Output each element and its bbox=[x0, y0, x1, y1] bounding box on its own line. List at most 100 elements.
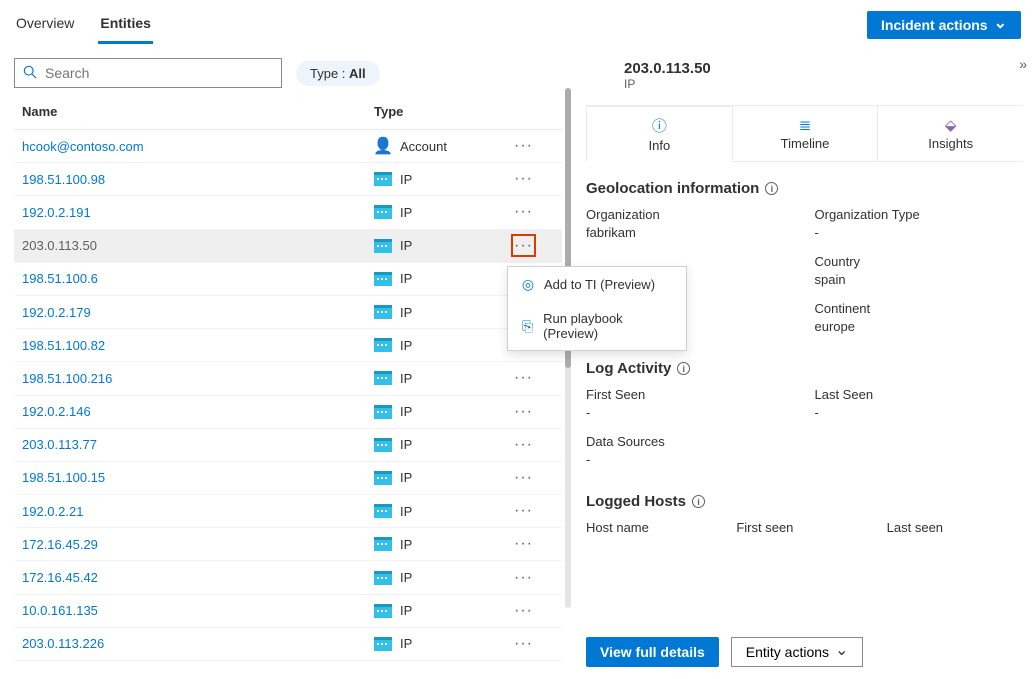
org-label: Organization bbox=[586, 207, 795, 222]
tab-timeline[interactable]: ≣ Timeline bbox=[733, 106, 879, 161]
type-cell: IP bbox=[374, 371, 514, 386]
entity-link[interactable]: 203.0.113.50 bbox=[22, 238, 97, 253]
type-label: IP bbox=[400, 603, 412, 618]
type-label: Account bbox=[400, 139, 447, 154]
entity-link[interactable]: 172.16.45.29 bbox=[22, 537, 98, 552]
log-grid: First Seen - Last Seen - Data Sources - bbox=[586, 387, 1023, 467]
table-row[interactable]: 198.51.100.6IP··· bbox=[14, 263, 562, 296]
ctx-add-to-ti[interactable]: ◎ Add to TI (Preview) bbox=[508, 267, 686, 302]
entity-link[interactable]: 192.0.2.191 bbox=[22, 205, 91, 220]
entity-link[interactable]: 192.0.2.21 bbox=[22, 504, 83, 519]
entity-link[interactable]: 198.51.100.82 bbox=[22, 338, 105, 353]
type-label: IP bbox=[400, 404, 412, 419]
expand-icon[interactable]: » bbox=[1019, 56, 1027, 72]
country-value: spain bbox=[815, 272, 1024, 287]
type-filter-label: Type : bbox=[310, 66, 345, 81]
row-actions-button[interactable]: ··· bbox=[514, 635, 533, 652]
insights-icon: ⬙ bbox=[945, 116, 957, 134]
ip-icon bbox=[374, 438, 392, 452]
search-input[interactable] bbox=[45, 65, 273, 81]
type-cell: IP bbox=[374, 470, 514, 485]
ip-icon bbox=[374, 571, 392, 585]
table-row[interactable]: 198.51.100.98 IP ··· bbox=[14, 163, 562, 196]
entity-link[interactable]: 192.0.2.179 bbox=[22, 305, 91, 320]
type-filter-pill[interactable]: Type : All bbox=[296, 61, 380, 86]
tab-info-label: Info bbox=[648, 138, 670, 153]
search-input-wrapper[interactable] bbox=[14, 58, 282, 88]
table-row[interactable]: 198.51.100.15 IP··· bbox=[14, 462, 562, 495]
entity-link[interactable]: 10.0.161.135 bbox=[22, 603, 98, 618]
entity-link[interactable]: hcook@contoso.com bbox=[22, 139, 144, 154]
header-name[interactable]: Name bbox=[22, 104, 374, 119]
tab-timeline-label: Timeline bbox=[781, 136, 830, 151]
header-type[interactable]: Type bbox=[374, 104, 514, 119]
view-full-details-button[interactable]: View full details bbox=[586, 637, 719, 667]
tab-insights[interactable]: ⬙ Insights bbox=[878, 106, 1023, 161]
entity-link[interactable]: 203.0.113.77 bbox=[22, 437, 97, 452]
entity-link[interactable]: 198.51.100.6 bbox=[22, 271, 98, 286]
target-icon: ◎ bbox=[520, 276, 536, 293]
info-tooltip-icon[interactable]: i bbox=[692, 495, 705, 508]
entity-link[interactable]: 192.0.2.146 bbox=[22, 404, 91, 419]
row-actions-button[interactable]: ··· bbox=[514, 535, 533, 552]
row-actions-button[interactable]: ··· bbox=[514, 403, 533, 420]
row-actions-button[interactable]: ··· bbox=[514, 369, 533, 386]
row-actions-button[interactable]: ··· bbox=[514, 469, 533, 486]
tab-info[interactable]: ⓘ Info bbox=[586, 106, 733, 162]
type-cell: IP bbox=[374, 205, 514, 220]
info-tooltip-icon[interactable]: i bbox=[765, 182, 778, 195]
row-actions-button[interactable]: ··· bbox=[514, 137, 533, 154]
type-label: IP bbox=[400, 338, 412, 353]
row-actions-button[interactable]: ··· bbox=[514, 203, 533, 220]
row-actions-button[interactable]: ··· bbox=[514, 602, 533, 619]
row-actions-button[interactable]: ··· bbox=[514, 436, 533, 453]
entity-actions-button[interactable]: Entity actions bbox=[731, 637, 864, 667]
ip-icon bbox=[374, 405, 392, 419]
ip-icon bbox=[374, 272, 392, 286]
table-row[interactable]: 192.0.2.21IP··· bbox=[14, 495, 562, 528]
type-filter-value: All bbox=[349, 66, 366, 81]
entity-link[interactable]: 198.51.100.216 bbox=[22, 371, 112, 386]
type-cell: IP bbox=[374, 238, 514, 253]
ip-icon bbox=[374, 305, 392, 319]
entity-link[interactable]: 172.16.45.42 bbox=[22, 570, 98, 585]
incident-actions-button[interactable]: Incident actions bbox=[867, 11, 1021, 39]
table-row[interactable]: 192.0.2.146 IP ··· bbox=[14, 396, 562, 429]
context-menu: ◎ Add to TI (Preview) ⎘ Run playbook (Pr… bbox=[507, 266, 687, 351]
table-row[interactable]: 203.0.113.50 IP··· bbox=[14, 230, 562, 263]
table-row[interactable]: 172.16.45.42IP··· bbox=[14, 561, 562, 594]
table-row[interactable]: 203.0.113.77IP··· bbox=[14, 429, 562, 462]
table-row[interactable]: hcook@contoso.com👤Account··· bbox=[14, 130, 562, 163]
detail-subtitle: IP bbox=[624, 77, 711, 91]
entity-link[interactable]: 198.51.100.15 bbox=[22, 470, 105, 485]
ctx-label: Run playbook (Preview) bbox=[543, 311, 674, 341]
ip-icon bbox=[374, 471, 392, 485]
table-row[interactable]: 198.51.100.82IP··· bbox=[14, 329, 562, 362]
table-row[interactable]: 10.0.161.135 IP ··· bbox=[14, 595, 562, 628]
tab-overview[interactable]: Overview bbox=[14, 7, 76, 44]
scrollbar[interactable] bbox=[562, 44, 574, 679]
ds-label: Data Sources bbox=[586, 434, 795, 449]
entity-link[interactable]: 198.51.100.98 bbox=[22, 172, 105, 187]
table-row[interactable]: 192.0.2.179IP··· bbox=[14, 296, 562, 329]
info-tooltip-icon[interactable]: i bbox=[677, 362, 690, 375]
table-row[interactable]: 172.16.45.29IP··· bbox=[14, 528, 562, 561]
table-row[interactable]: 198.51.100.216 IP··· bbox=[14, 362, 562, 395]
ctx-run-playbook[interactable]: ⎘ Run playbook (Preview) bbox=[508, 302, 686, 350]
ip-icon bbox=[374, 239, 392, 253]
entity-link[interactable]: 203.0.113.226 bbox=[22, 636, 104, 651]
country-label: Country bbox=[815, 254, 1024, 269]
tab-entities[interactable]: Entities bbox=[98, 7, 153, 44]
row-actions-button[interactable]: ··· bbox=[514, 569, 533, 586]
table-row[interactable]: 203.0.113.226IP··· bbox=[14, 628, 562, 661]
type-cell: IP bbox=[374, 305, 514, 320]
org-value: fabrikam bbox=[586, 225, 795, 240]
row-actions-button[interactable]: ··· bbox=[514, 170, 533, 187]
table-row[interactable]: 192.0.2.191 IP··· bbox=[14, 196, 562, 229]
row-actions-button[interactable]: ··· bbox=[514, 502, 533, 519]
ctx-label: Add to TI (Preview) bbox=[544, 277, 655, 292]
orgtype-value: - bbox=[815, 225, 1024, 240]
row-actions-button[interactable]: ··· bbox=[514, 237, 533, 254]
type-label: IP bbox=[400, 172, 412, 187]
lastseen-value: - bbox=[815, 405, 1024, 420]
